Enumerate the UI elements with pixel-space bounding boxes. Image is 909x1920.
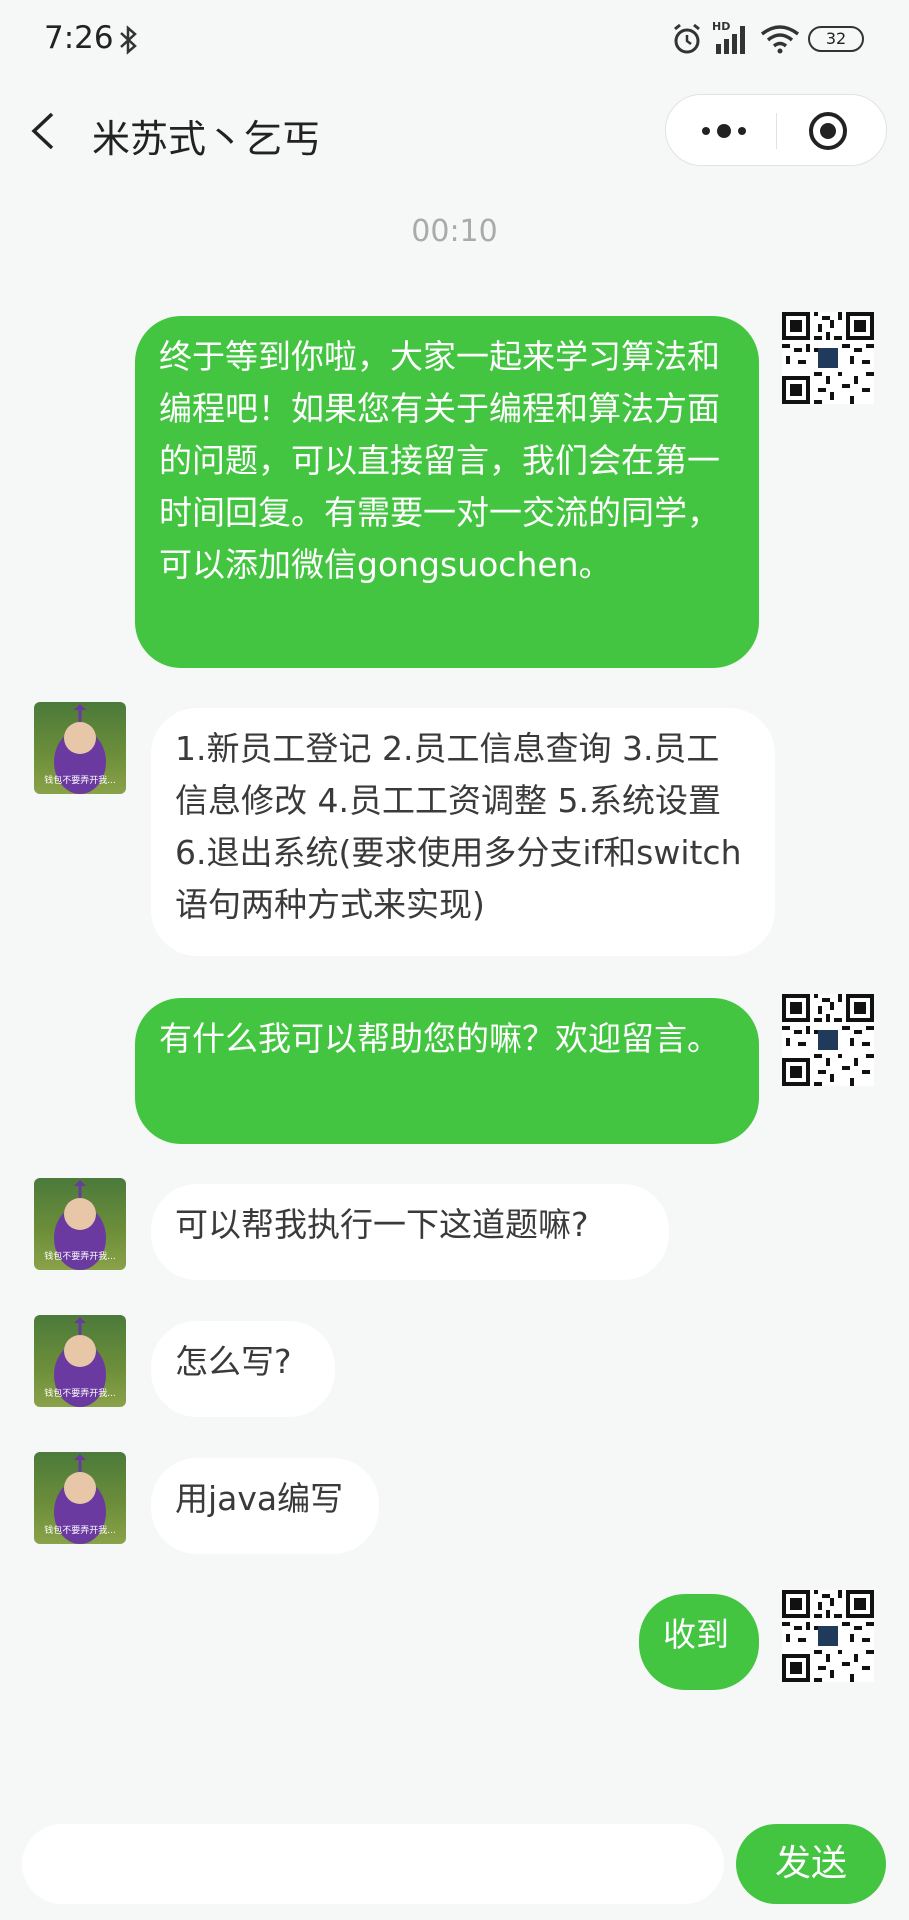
message-bubble-received: 可以帮我执行一下这道题嘛?: [151, 1184, 669, 1280]
sender-avatar[interactable]: 钱包不要弄开我...: [34, 702, 126, 794]
bluetooth-icon: [120, 25, 137, 55]
sender-avatar[interactable]: 钱包不要弄开我...: [34, 1315, 126, 1407]
sender-avatar[interactable]: 钱包不要弄开我...: [34, 1178, 126, 1270]
avatar-caption: 钱包不要弄开我...: [44, 1389, 116, 1399]
mini-program-capsule: [665, 94, 887, 166]
chat-timestamp: 00:10: [411, 214, 498, 249]
avatar-caption: 钱包不要弄开我...: [44, 1252, 116, 1262]
message-bubble-sent: 终于等到你啦，大家一起来学习算法和编程吧！如果您有关于编程和算法方面的问题，可以…: [135, 316, 759, 668]
status-bar: 7:26 HD 32: [0, 0, 909, 80]
nav-bar: 米苏式丶乞丐: [0, 90, 909, 170]
message-bubble-received: 怎么写?: [151, 1321, 335, 1417]
alarm-icon: [674, 23, 700, 54]
avatar-caption: 钱包不要弄开我...: [44, 1526, 116, 1536]
more-icon[interactable]: [696, 115, 752, 147]
capsule-divider: [776, 113, 777, 149]
wifi-icon: [760, 25, 800, 54]
qr-code-avatar: [782, 1590, 874, 1682]
sender-avatar[interactable]: 钱包不要弄开我...: [34, 1452, 126, 1544]
message-bubble-received: 1.新员工登记 2.员工信息查询 3.员工信息修改 4.员工工资调整 5.系统设…: [151, 708, 775, 956]
qr-code-avatar: [782, 994, 874, 1086]
message-bubble-received: 用java编写: [151, 1458, 379, 1554]
signal-icon: HD: [712, 20, 752, 56]
close-circle-icon[interactable]: [808, 111, 848, 151]
qr-code-avatar: [782, 312, 874, 404]
message-bubble-sent: 有什么我可以帮助您的嘛？欢迎留言。: [135, 998, 759, 1144]
send-button[interactable]: 发送: [736, 1824, 886, 1904]
status-time: 7:26: [44, 20, 114, 56]
chat-title: 米苏式丶乞丐: [92, 117, 321, 161]
avatar-caption: 钱包不要弄开我...: [44, 776, 116, 786]
message-input[interactable]: [22, 1824, 724, 1904]
battery-indicator: 32: [808, 26, 864, 52]
back-arrow-icon[interactable]: [28, 110, 58, 152]
message-bubble-sent: 收到: [639, 1594, 759, 1690]
